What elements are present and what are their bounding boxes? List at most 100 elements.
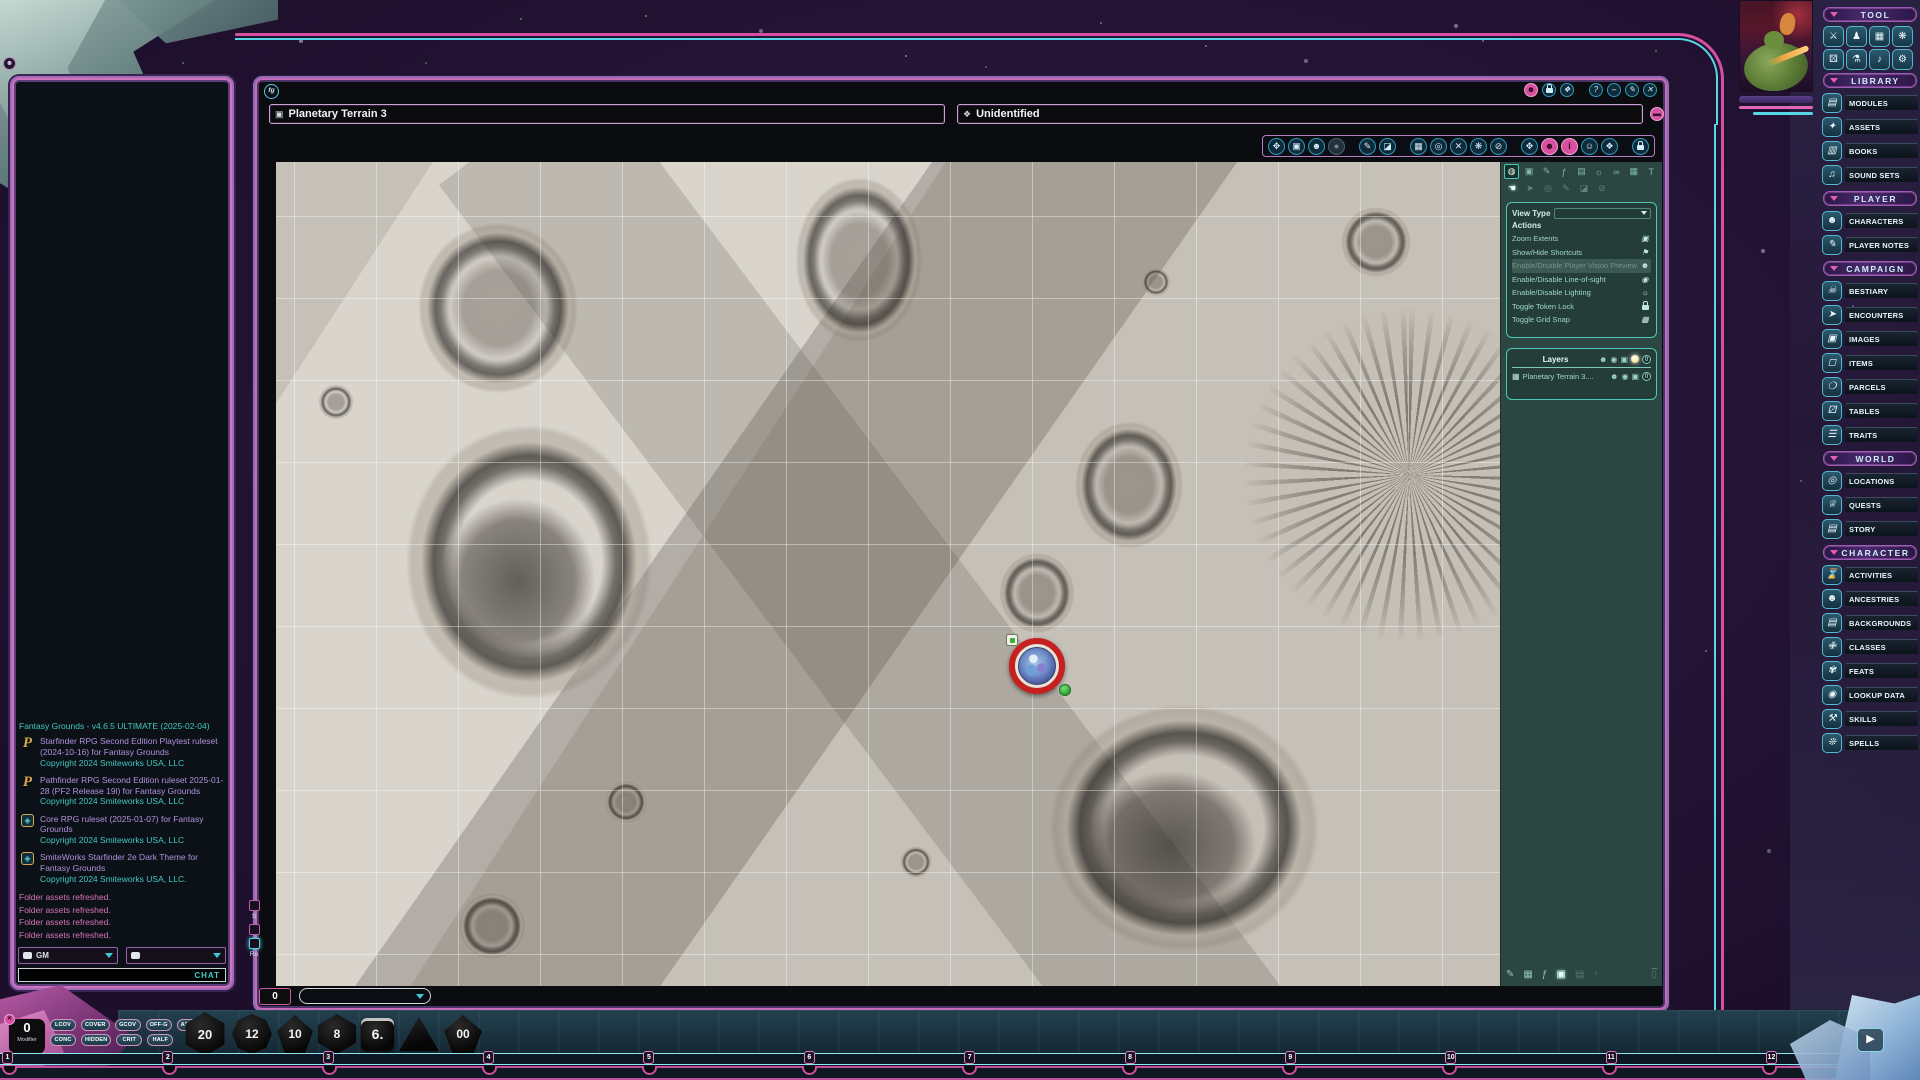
- section-header[interactable]: CAMPAIGN: [1823, 261, 1917, 276]
- d12-die[interactable]: 12: [232, 1014, 272, 1054]
- tables-icon[interactable]: ⚂: [1822, 401, 1842, 421]
- sidebar-item-label[interactable]: TRAITS: [1845, 427, 1918, 442]
- hotbar-bump[interactable]: [2, 1066, 17, 1075]
- hotbar-bump[interactable]: [162, 1066, 177, 1075]
- backgrounds-icon[interactable]: ▤: [1822, 613, 1842, 633]
- d8-die[interactable]: 8: [318, 1014, 356, 1054]
- sidebar-item[interactable]: ▤ MODULES: [1822, 92, 1918, 113]
- eraser-tool-icon[interactable]: ◪: [1576, 181, 1592, 196]
- feats-icon[interactable]: ✾: [1822, 661, 1842, 681]
- sidebar-item[interactable]: ☻ ANCESTRIES: [1822, 588, 1918, 609]
- sidebar-item[interactable]: ⚂ TABLES: [1822, 400, 1918, 421]
- action-row[interactable]: Toggle Grid Snap ▦: [1512, 313, 1651, 327]
- ancestries-icon[interactable]: ☻: [1822, 589, 1842, 609]
- map-bottom-select[interactable]: [299, 988, 431, 1004]
- add-grid-icon[interactable]: ▦: [1523, 969, 1532, 980]
- pointer-token-icon[interactable]: ☻: [1308, 138, 1325, 155]
- hotbar-bump[interactable]: [1122, 1066, 1137, 1075]
- layer-walk-icon[interactable]: ☻: [1610, 372, 1618, 381]
- sidebar-item[interactable]: ◎ LOCATIONS: [1822, 470, 1918, 491]
- text-mode-icon[interactable]: T: [1644, 164, 1659, 179]
- hotbar-bump[interactable]: [1602, 1066, 1617, 1075]
- hotbar-slot-number[interactable]: 6: [804, 1051, 815, 1064]
- sidebar-section-tool[interactable]: TOOL: [1823, 7, 1917, 22]
- hotbar-bump[interactable]: [322, 1066, 337, 1075]
- hotbar-slot-number[interactable]: 3: [323, 1051, 334, 1064]
- spells-icon[interactable]: ❊: [1822, 733, 1842, 753]
- quests-icon[interactable]: ♕: [1822, 495, 1842, 515]
- copy-layer-icon[interactable]: ▤: [1575, 969, 1584, 980]
- condition-button[interactable]: GCOV: [115, 1019, 141, 1031]
- docked-tab-active[interactable]: [249, 938, 260, 949]
- target-tool-icon[interactable]: ◎: [1540, 181, 1556, 196]
- help-button[interactable]: ?: [1589, 83, 1603, 97]
- docked-tab[interactable]: [249, 924, 260, 935]
- encounters-icon[interactable]: ➤: [1822, 305, 1842, 325]
- d6-die[interactable]: 6.: [361, 1018, 394, 1051]
- sidebar-item-label[interactable]: PARCELS: [1845, 379, 1918, 394]
- hotbar-bump[interactable]: [802, 1066, 817, 1075]
- trash-icon[interactable]: ▯: [1651, 969, 1657, 980]
- condition-button[interactable]: CONC: [50, 1034, 76, 1046]
- hotbar-bump[interactable]: [962, 1066, 977, 1075]
- sidebar-item-label[interactable]: FEATS: [1845, 663, 1918, 678]
- hotbar-slot-number[interactable]: 5: [643, 1051, 654, 1064]
- map-canvas[interactable]: [276, 162, 1500, 986]
- section-header[interactable]: CHARACTER: [1823, 545, 1917, 560]
- pinwheel-icon[interactable]: ❋: [1892, 26, 1913, 47]
- layer-frame-icon[interactable]: ▣: [1620, 355, 1628, 364]
- add-image-icon[interactable]: ▣: [1556, 969, 1565, 980]
- snapshot-icon[interactable]: ▣: [1288, 138, 1305, 155]
- sidebar-item-label[interactable]: STORY: [1845, 521, 1918, 536]
- action-row[interactable]: Enable/Disable Lighting ☼: [1512, 286, 1651, 300]
- condition-button[interactable]: COVER: [81, 1019, 110, 1031]
- sidebar-item[interactable]: ▤ STORY: [1822, 518, 1918, 539]
- identity-select[interactable]: GM: [18, 947, 118, 964]
- sidebar-item[interactable]: ➤ ENCOUNTERS: [1822, 304, 1918, 325]
- sidebar-item-label[interactable]: MODULES: [1845, 95, 1918, 110]
- paint-mode-icon[interactable]: ✎: [1539, 164, 1554, 179]
- hotbar-slot-number[interactable]: 10: [1445, 1051, 1456, 1064]
- condition-button[interactable]: CRIT: [116, 1034, 142, 1046]
- parcels-icon[interactable]: ❍: [1822, 377, 1842, 397]
- docked-tab-label[interactable]: S: [252, 914, 256, 921]
- face-icon[interactable]: ☺: [1581, 138, 1598, 155]
- sidebar-item-label[interactable]: QUESTS: [1845, 497, 1918, 512]
- swords-icon[interactable]: ⚔: [1823, 26, 1844, 47]
- action-row[interactable]: Enable/Disable Line-of-sight ◉: [1512, 273, 1651, 287]
- condition-button[interactable]: HIDDEN: [81, 1034, 111, 1046]
- section-header[interactable]: PLAYER: [1823, 191, 1917, 206]
- hotbar-bump[interactable]: [1762, 1066, 1777, 1075]
- delete-icon[interactable]: ✕: [1450, 138, 1467, 155]
- traits-icon[interactable]: ☰: [1822, 425, 1842, 445]
- activities-icon[interactable]: ⌛: [1822, 565, 1842, 585]
- share-map-icon[interactable]: ❖: [1601, 138, 1618, 155]
- hotbar-bump[interactable]: [482, 1066, 497, 1075]
- hotbar-slot-number[interactable]: 11: [1606, 1051, 1617, 1064]
- layers-mode-icon[interactable]: ▣: [1521, 164, 1536, 179]
- share-button[interactable]: ❖: [1560, 83, 1574, 97]
- music-note-icon[interactable]: ♪: [1869, 49, 1890, 70]
- add-drawing-icon[interactable]: ✎: [1506, 969, 1514, 980]
- condition-button[interactable]: LCOV: [50, 1019, 76, 1031]
- action-row[interactable]: Show/Hide Shortcuts ⚑: [1512, 246, 1651, 260]
- classes-icon[interactable]: ✙: [1822, 637, 1842, 657]
- assets-icon[interactable]: ✦: [1822, 117, 1842, 137]
- story-icon[interactable]: ▤: [1822, 519, 1842, 539]
- sidebar-item[interactable]: ▥ BOOKS: [1822, 140, 1918, 161]
- sidebar-item[interactable]: ✾ FEATS: [1822, 660, 1918, 681]
- sidebar-item[interactable]: ✦ ASSETS: [1822, 116, 1918, 137]
- draw-icon[interactable]: ✎: [1359, 138, 1376, 155]
- export-icon[interactable]: ↑: [1593, 969, 1598, 980]
- figures-icon[interactable]: ♟: [1846, 26, 1867, 47]
- sidebar-item-label[interactable]: BACKGROUNDS: [1845, 615, 1918, 630]
- sidebar-item[interactable]: ❍ PARCELS: [1822, 376, 1918, 397]
- link-mode-icon[interactable]: ∞: [1609, 164, 1624, 179]
- section-header[interactable]: LIBRARY: [1823, 73, 1917, 88]
- sidebar-item-label[interactable]: ANCESTRIES: [1845, 591, 1918, 606]
- move-all-icon[interactable]: ✥: [1521, 138, 1538, 155]
- sidebar-item-label[interactable]: CHARACTERS: [1845, 213, 1918, 228]
- layer-walk-icon[interactable]: ☻: [1599, 355, 1607, 364]
- sidebar-item-label[interactable]: SOUND SETS: [1845, 167, 1918, 182]
- soundsets-icon[interactable]: ♫: [1822, 165, 1842, 185]
